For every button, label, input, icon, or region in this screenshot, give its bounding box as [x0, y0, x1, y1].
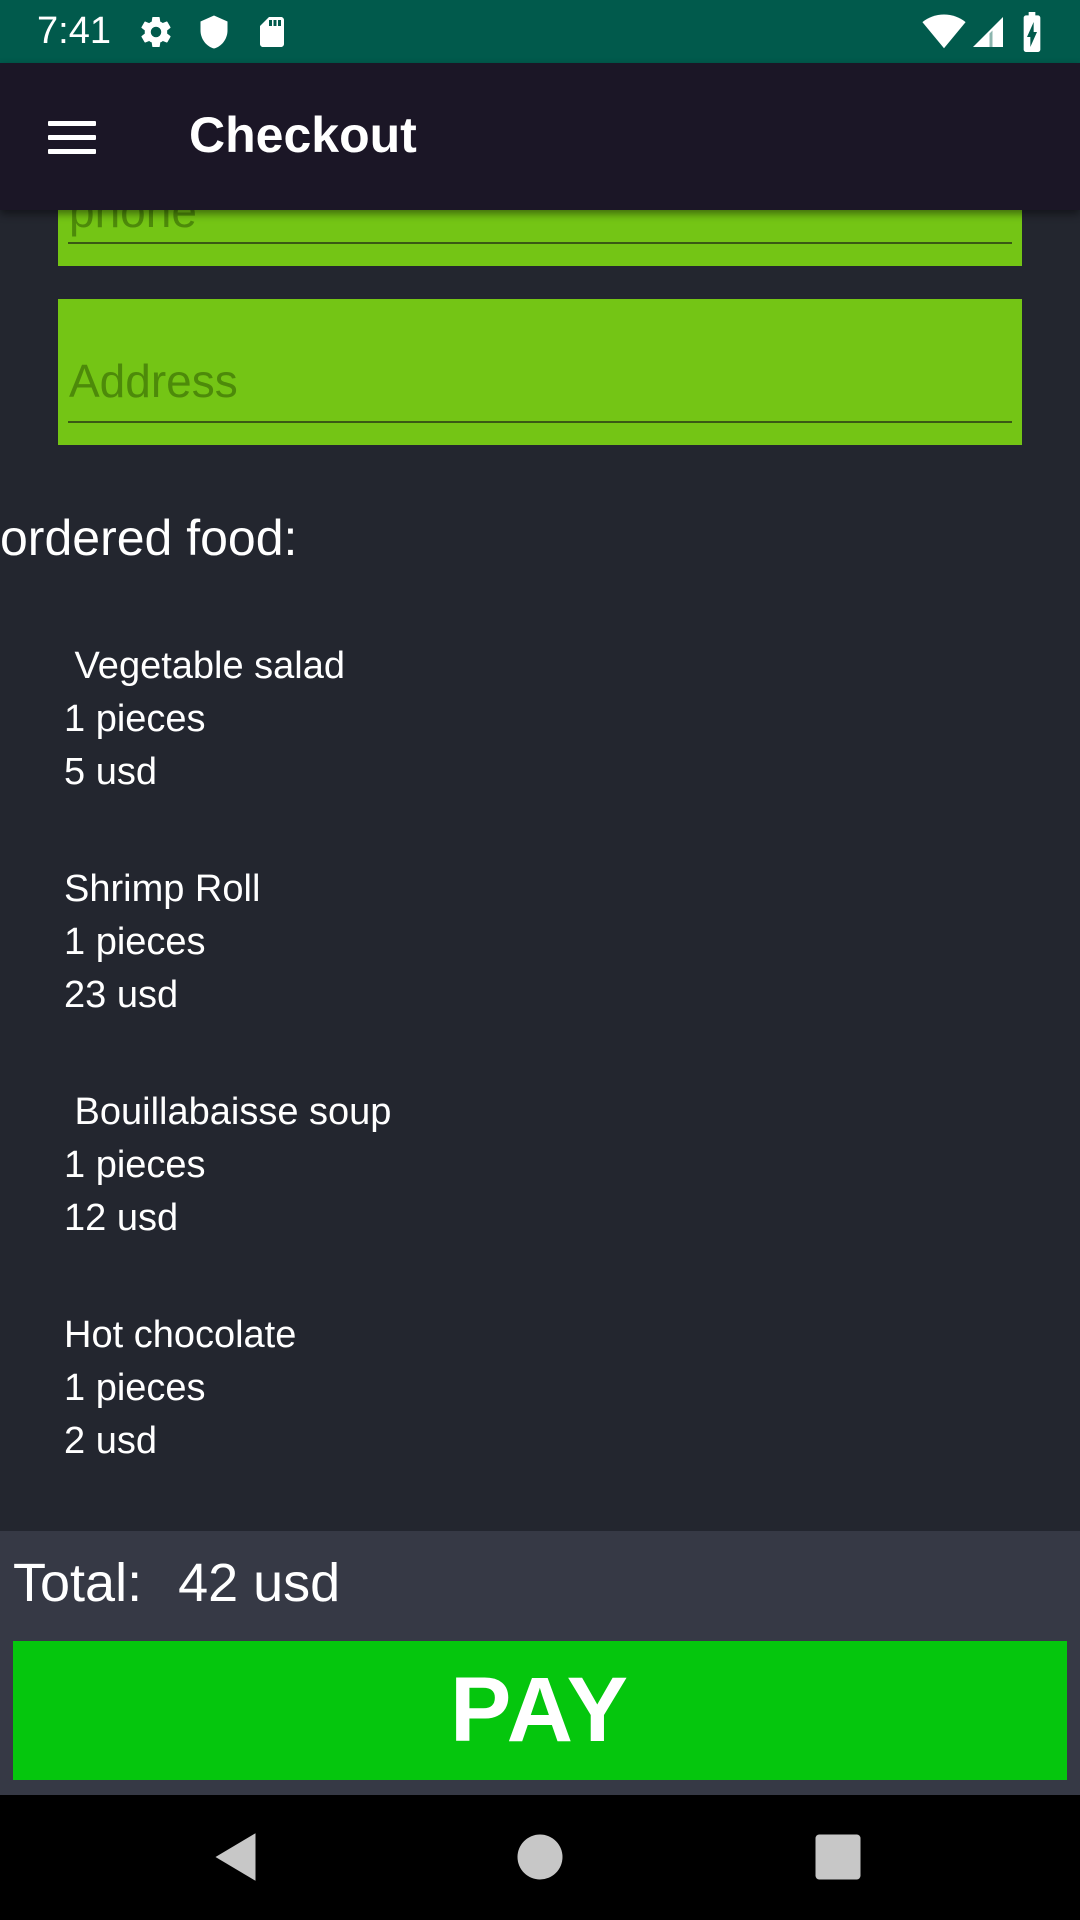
item-name: Hot chocolate — [64, 1314, 297, 1356]
total-label: Total: — [13, 1553, 143, 1613]
status-time: 7:41 — [37, 10, 111, 52]
item-quantity: 1 pieces — [64, 1367, 206, 1409]
system-navigation-bar — [0, 1795, 1080, 1920]
hamburger-menu-icon[interactable] — [36, 107, 108, 167]
ordered-food-heading: ordered food: — [0, 510, 298, 566]
order-item: Bouillabaisse soup 1 pieces 12 usd — [64, 1086, 964, 1245]
total-row: Total: 42 usd — [13, 1551, 340, 1615]
item-price: 5 usd — [64, 751, 157, 793]
shield-icon — [200, 15, 228, 49]
item-name: Bouillabaisse soup — [64, 1091, 392, 1133]
address-field[interactable]: Address — [58, 299, 1022, 445]
wifi-icon — [922, 14, 966, 49]
order-item: Vegetable salad 1 pieces 5 usd — [64, 640, 964, 799]
sd-card-icon — [260, 17, 284, 47]
page-title: Checkout — [189, 107, 417, 163]
checkout-summary-panel: Total: 42 usd PAY — [0, 1531, 1080, 1795]
address-placeholder: Address — [69, 355, 238, 407]
recents-icon[interactable] — [808, 1827, 868, 1887]
phone-underline — [68, 242, 1012, 244]
gear-icon — [141, 17, 171, 48]
item-quantity: 1 pieces — [64, 698, 206, 740]
checkout-screen: 7:41 phone Address Checkout ordered food… — [0, 0, 1080, 1920]
order-item: Hot chocolate 1 pieces 2 usd — [64, 1309, 964, 1468]
item-name: Shrimp Roll — [64, 868, 261, 910]
item-price: 12 usd — [64, 1197, 179, 1239]
item-quantity: 1 pieces — [64, 921, 206, 963]
total-value: 42 usd — [178, 1553, 341, 1613]
item-price: 23 usd — [64, 974, 179, 1016]
back-icon[interactable] — [208, 1827, 268, 1887]
cell-signal-icon — [973, 17, 1003, 47]
pay-button[interactable]: PAY — [13, 1641, 1067, 1780]
status-bar: 7:41 — [0, 0, 1080, 63]
battery-charging-icon — [1023, 12, 1041, 52]
app-toolbar: Checkout — [0, 63, 1080, 210]
item-quantity: 1 pieces — [64, 1144, 206, 1186]
home-icon[interactable] — [510, 1827, 570, 1887]
order-item: Shrimp Roll 1 pieces 23 usd — [64, 863, 964, 1022]
item-name: Vegetable salad — [64, 645, 346, 687]
address-underline — [68, 421, 1012, 423]
item-price: 2 usd — [64, 1420, 157, 1462]
